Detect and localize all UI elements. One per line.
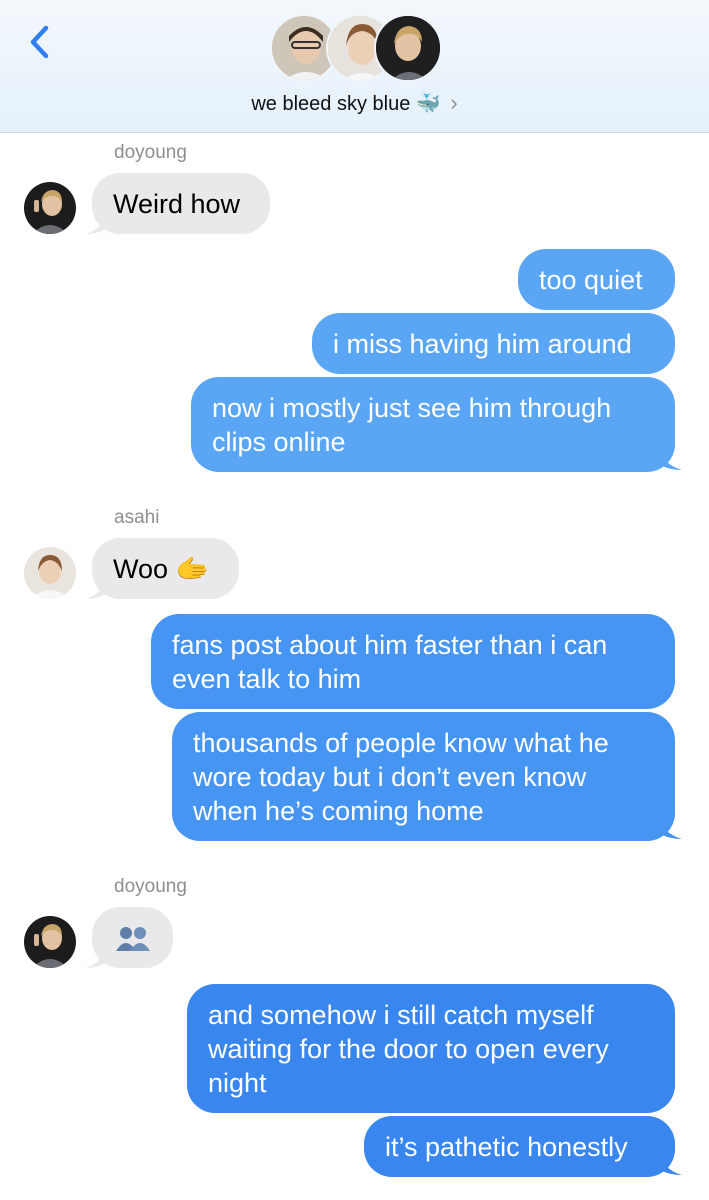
message-bubble[interactable]: too quiet [518, 249, 675, 310]
two-people-icon [115, 926, 150, 951]
message-text: thousands of people know what he wore to… [193, 727, 609, 826]
message-text: too quiet [539, 264, 643, 295]
message-text: Woo 🫱 [113, 553, 210, 584]
sender-name: doyoung [114, 142, 187, 163]
message-bubble[interactable]: thousands of people know what he wore to… [172, 712, 675, 841]
chevron-left-icon [30, 25, 49, 59]
bubble-tail [86, 946, 110, 968]
group-avatars[interactable] [270, 14, 442, 84]
avatar [24, 916, 76, 968]
message-text: i miss having him around [333, 328, 632, 359]
conversation-header: we bleed sky blue 🐳 › [0, 0, 709, 133]
message-text: now i mostly just see him through clips … [212, 392, 612, 457]
bubble-tail [656, 1153, 682, 1175]
message-bubble[interactable]: now i mostly just see him through clips … [191, 377, 675, 472]
chevron-right-icon: › [450, 90, 458, 115]
message-bubble[interactable]: Woo 🫱 [92, 538, 239, 599]
message-text: and somehow i still catch myself waiting… [208, 999, 609, 1098]
bubble-tail [86, 212, 110, 234]
message-bubble[interactable]: i miss having him around [312, 313, 675, 374]
message-bubble[interactable]: Weird how [92, 173, 270, 234]
bubble-tail [86, 577, 110, 599]
group-name-button[interactable]: we bleed sky blue 🐳 › [0, 90, 709, 116]
avatar [24, 547, 76, 599]
message-text: fans post about him faster than i can ev… [172, 629, 608, 694]
back-button[interactable] [22, 20, 58, 64]
bubble-tail [656, 448, 682, 470]
avatar [24, 182, 76, 234]
whale-emoji: 🐳 [415, 93, 441, 115]
message-bubble[interactable]: and somehow i still catch myself waiting… [187, 984, 675, 1113]
sender-name: asahi [114, 507, 160, 528]
group-name-label: we bleed sky blue [251, 93, 411, 115]
message-text: Weird how [113, 188, 241, 219]
bubble-tail [656, 817, 682, 839]
message-text: it’s pathetic honestly [385, 1131, 628, 1162]
avatar [374, 14, 442, 82]
sender-name: doyoung [114, 876, 187, 897]
message-bubble[interactable]: it’s pathetic honestly [364, 1116, 675, 1177]
message-bubble[interactable]: fans post about him faster than i can ev… [151, 614, 675, 709]
